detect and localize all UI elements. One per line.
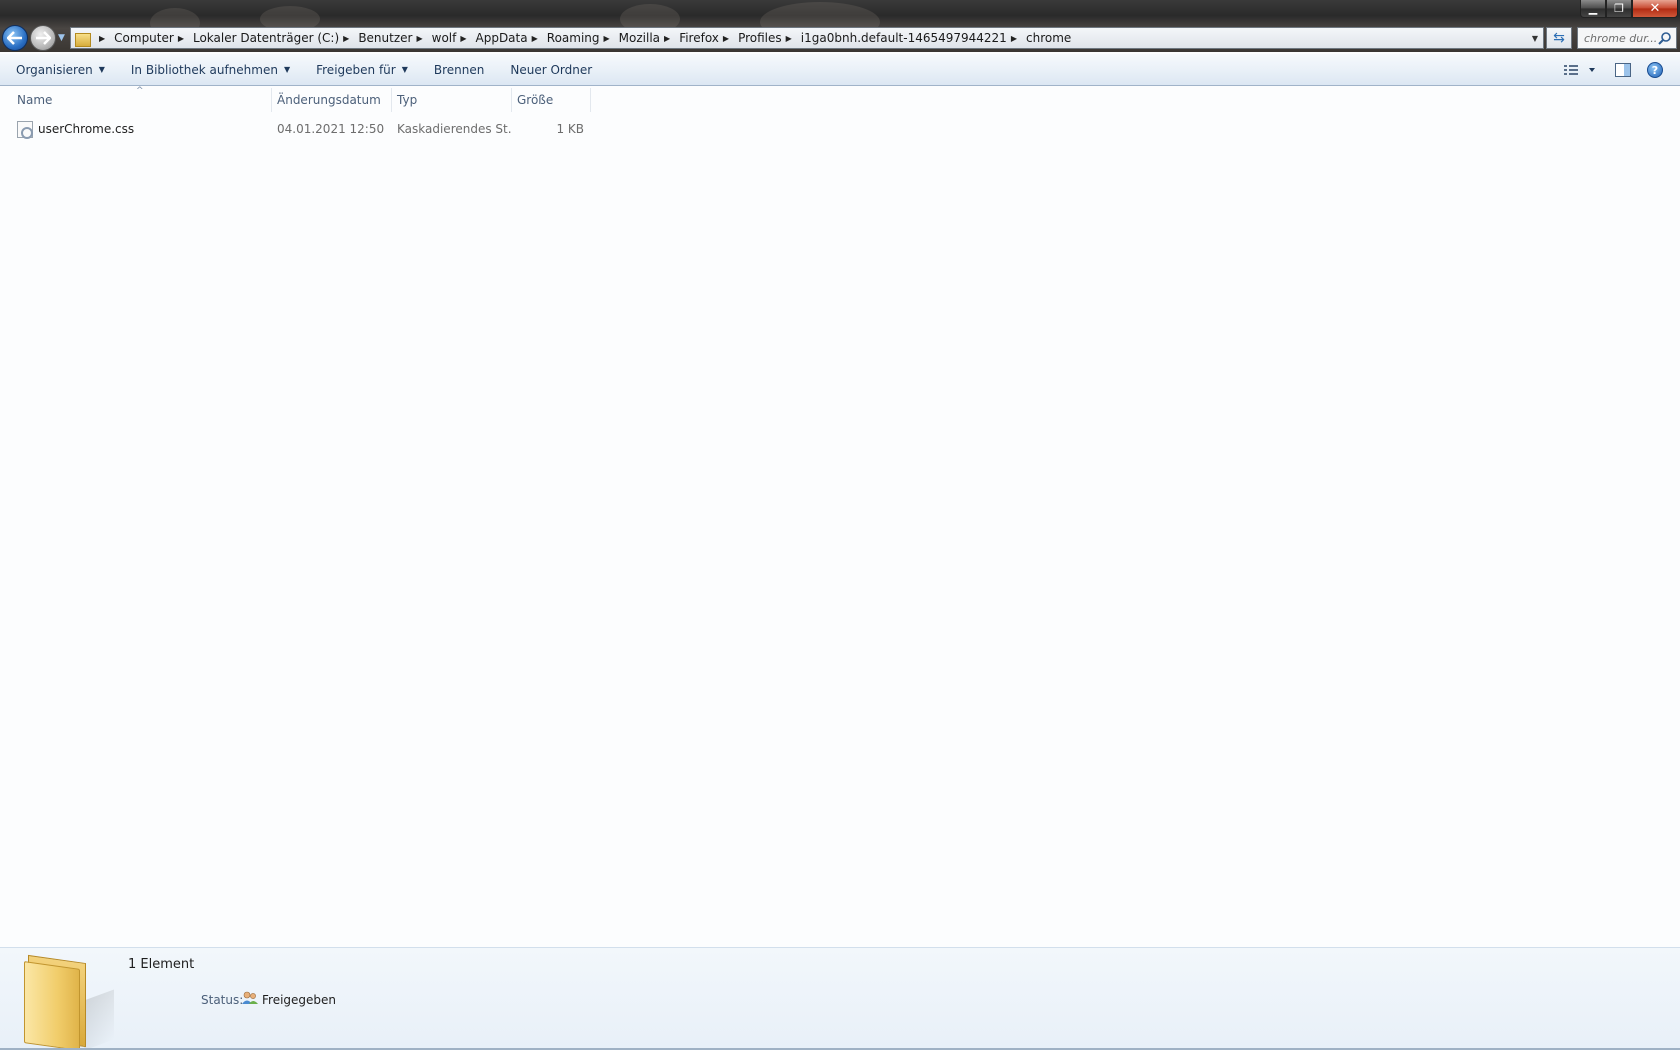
preview-pane-icon: [1615, 63, 1631, 77]
column-header-row: ^ Name Änderungsdatum Typ Größe: [0, 86, 1680, 112]
sort-ascending-icon: ^: [136, 86, 144, 96]
column-header-size[interactable]: Größe: [512, 88, 591, 112]
view-controls: ?: [1558, 54, 1680, 86]
column-header-type[interactable]: Typ: [392, 88, 512, 112]
css-file-icon: [17, 120, 33, 139]
chevron-down-icon: ▼: [98, 65, 105, 74]
back-button[interactable]: [2, 25, 28, 51]
file-date: 04.01.2021 12:50: [277, 122, 385, 136]
breadcrumb-item[interactable]: wolf: [432, 31, 457, 45]
minimize-button[interactable]: ▁: [1580, 0, 1606, 18]
breadcrumb-separator-icon[interactable]: ▶: [600, 34, 619, 43]
breadcrumb-item[interactable]: Profiles: [738, 31, 782, 45]
large-folder-icon: [24, 954, 114, 1050]
file-size: 1 KB: [556, 122, 584, 136]
breadcrumb-separator-icon[interactable]: ▶: [660, 34, 679, 43]
breadcrumb-item[interactable]: Mozilla: [619, 31, 660, 45]
search-input[interactable]: [1578, 28, 1658, 48]
breadcrumb-item[interactable]: Lokaler Datenträger (C:): [193, 31, 339, 45]
breadcrumb-separator-icon[interactable]: ▶: [174, 34, 193, 43]
breadcrumb-separator-icon[interactable]: ▶: [528, 34, 547, 43]
share-with-label: Freigeben für: [316, 62, 396, 77]
breadcrumb-separator-icon[interactable]: ▶: [339, 34, 358, 43]
add-to-library-label: In Bibliothek aufnehmen: [130, 62, 278, 77]
burn-button[interactable]: Brennen: [426, 57, 492, 83]
status-label: Status:: [201, 993, 244, 1007]
forward-button[interactable]: [30, 25, 56, 51]
share-with-button[interactable]: Freigeben für ▼: [308, 57, 416, 83]
add-to-library-button[interactable]: In Bibliothek aufnehmen ▼: [123, 57, 298, 83]
close-button[interactable]: ✕: [1632, 0, 1678, 18]
chevron-down-icon: ▼: [283, 65, 291, 74]
column-header-date-label: Änderungsdatum: [277, 93, 381, 107]
command-bar: Organisieren ▼ In Bibliothek aufnehmen ▼…: [0, 54, 1680, 86]
breadcrumb-item[interactable]: Benutzer: [358, 31, 412, 45]
breadcrumb-item[interactable]: AppData: [476, 31, 528, 45]
shared-users-icon: [242, 991, 258, 1004]
breadcrumb-item[interactable]: chrome: [1026, 31, 1071, 45]
maximize-button[interactable]: ❐: [1606, 0, 1632, 18]
file-row[interactable]: userChrome.css 04.01.2021 12:50 Kaskadie…: [0, 114, 1680, 144]
organize-label: Organisieren: [16, 62, 93, 77]
chevron-down-icon: ▼: [401, 65, 408, 74]
address-dropdown-button[interactable]: ▼: [1527, 34, 1543, 43]
breadcrumb-item[interactable]: Computer: [114, 31, 174, 45]
breadcrumb-separator-icon[interactable]: ▶: [95, 34, 114, 43]
refresh-icon: ⇆: [1553, 30, 1565, 46]
breadcrumb: ▶ Computer ▶ Lokaler Datenträger (C:) ▶ Benut…: [95, 28, 1527, 48]
column-header-type-label: Typ: [397, 93, 418, 107]
breadcrumb-separator-icon[interactable]: ▶: [782, 34, 801, 43]
breadcrumb-separator-icon[interactable]: ▶: [412, 34, 431, 43]
details-pane: 1 Element Status: Freigegeben: [0, 947, 1680, 1050]
address-bar[interactable]: ▶ Computer ▶ Lokaler Datenträger (C:) ▶ Benut…: [70, 27, 1544, 49]
organize-button[interactable]: Organisieren ▼: [8, 57, 113, 83]
preview-pane-button[interactable]: [1612, 58, 1634, 82]
arrow-right-icon: [36, 31, 51, 45]
breadcrumb-item[interactable]: Roaming: [547, 31, 600, 45]
column-header-size-label: Größe: [517, 93, 554, 107]
file-name-cell: userChrome.css: [0, 120, 272, 139]
title-bar: ▁ ❐ ✕ ▼ ▶ Computer ▶ Lokaler Datenträger (C…: [0, 0, 1680, 52]
view-list-icon: [1564, 65, 1595, 75]
file-list: userChrome.css 04.01.2021 12:50 Kaskadie…: [0, 114, 1680, 144]
file-name: userChrome.css: [38, 122, 135, 136]
window-controls: ▁ ❐ ✕: [1580, 0, 1678, 19]
breadcrumb-item[interactable]: i1ga0bnh.default-1465497944221: [801, 31, 1007, 45]
change-view-button[interactable]: [1558, 58, 1602, 82]
column-header-name[interactable]: ^ Name: [0, 86, 272, 112]
help-button[interactable]: ?: [1644, 58, 1666, 82]
breadcrumb-separator-icon[interactable]: ▶: [456, 34, 475, 43]
refresh-button[interactable]: ⇆: [1546, 27, 1572, 49]
item-count: 1 Element: [128, 957, 195, 972]
column-header-name-label: Name: [17, 93, 53, 107]
burn-label: Brennen: [433, 62, 485, 77]
new-folder-label: Neuer Ordner: [510, 62, 593, 77]
search-box: [1577, 27, 1677, 49]
column-header-date[interactable]: Änderungsdatum: [272, 88, 392, 112]
search-icon[interactable]: [1658, 31, 1672, 45]
recent-pages-dropdown[interactable]: ▼: [58, 33, 65, 43]
new-folder-button[interactable]: Neuer Ordner: [502, 57, 600, 83]
file-type: Kaskadierendes St...: [397, 122, 512, 136]
breadcrumb-separator-icon[interactable]: ▶: [719, 34, 738, 43]
help-icon: ?: [1647, 62, 1663, 78]
arrow-left-icon: [7, 31, 22, 45]
breadcrumb-separator-icon[interactable]: ▶: [1007, 34, 1026, 43]
folder-icon: [75, 31, 91, 47]
breadcrumb-item[interactable]: Firefox: [679, 31, 719, 45]
status-value: Freigegeben: [262, 993, 337, 1007]
